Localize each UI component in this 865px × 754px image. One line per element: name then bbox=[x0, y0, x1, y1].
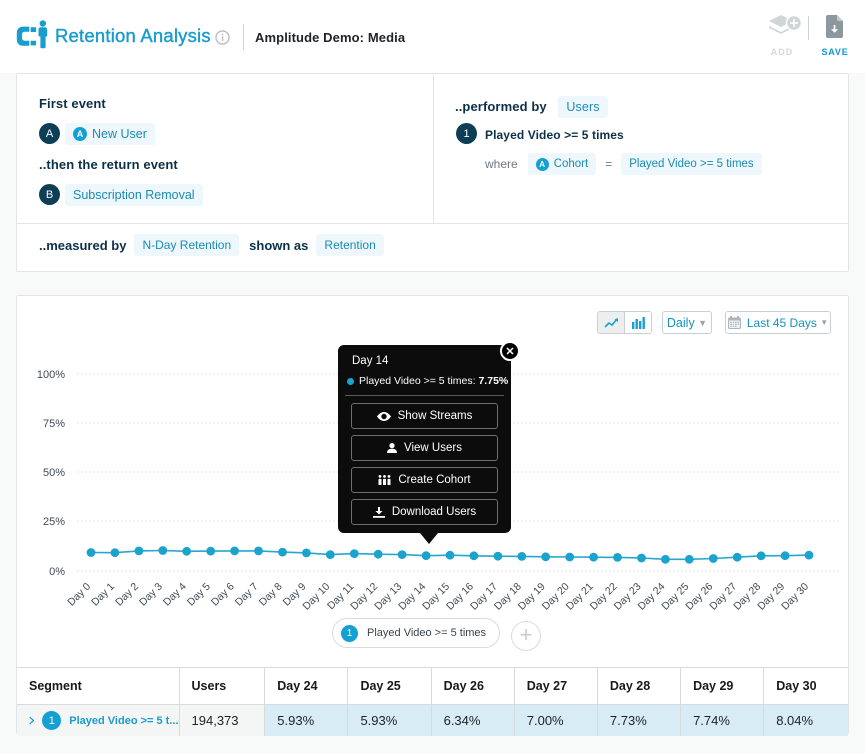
svg-text:Day 4: Day 4 bbox=[161, 581, 189, 609]
svg-text:Day 7: Day 7 bbox=[233, 581, 261, 609]
svg-text:Day 6: Day 6 bbox=[209, 581, 237, 609]
svg-text:Day 0: Day 0 bbox=[65, 581, 93, 609]
svg-text:100%: 100% bbox=[37, 369, 65, 381]
svg-text:Day 3: Day 3 bbox=[137, 581, 165, 609]
svg-text:Day 2: Day 2 bbox=[113, 581, 141, 609]
svg-text:75%: 75% bbox=[43, 418, 65, 430]
svg-text:25%: 25% bbox=[43, 516, 65, 528]
svg-text:Day 5: Day 5 bbox=[185, 581, 213, 609]
svg-text:Day 1: Day 1 bbox=[89, 581, 117, 609]
svg-text:Day 10: Day 10 bbox=[300, 581, 332, 613]
svg-text:Day 30: Day 30 bbox=[779, 581, 811, 613]
svg-text:0%: 0% bbox=[49, 566, 65, 578]
svg-text:Day 8: Day 8 bbox=[257, 581, 285, 609]
svg-text:50%: 50% bbox=[43, 467, 65, 479]
